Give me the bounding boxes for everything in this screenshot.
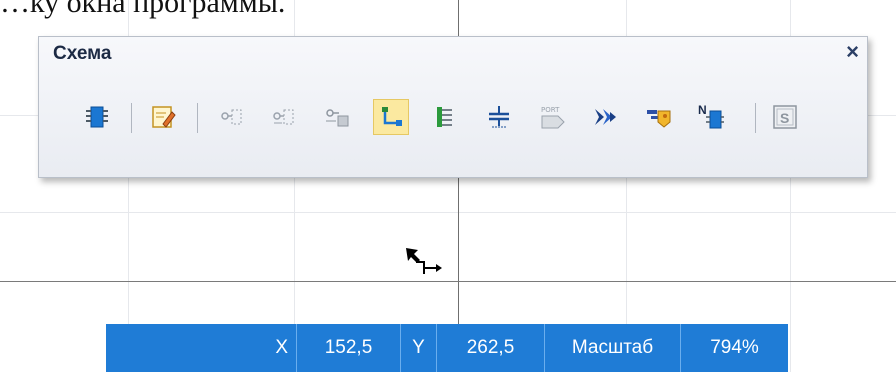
y-label: Y: [400, 324, 436, 372]
s-box-button[interactable]: S: [767, 99, 803, 135]
grid-line: [0, 212, 896, 213]
port-icon: PORT: [541, 106, 565, 129]
pin-group-button[interactable]: [319, 99, 355, 135]
s-box-icon: S: [773, 105, 797, 129]
bus-button[interactable]: [427, 99, 463, 135]
schema-toolbar-panel: Схема × PORT N S: [38, 36, 868, 178]
arrows-icon: [595, 109, 616, 125]
chip-icon: [86, 106, 108, 128]
chip-button[interactable]: [79, 99, 115, 135]
edit-sheet-button[interactable]: [145, 99, 181, 135]
edit-sheet-icon: [152, 106, 176, 128]
pin-group-icon: [326, 109, 349, 127]
arrows-button[interactable]: [587, 99, 623, 135]
pin-dotted-button[interactable]: [213, 99, 249, 135]
transfer-button[interactable]: [641, 99, 677, 135]
x-label: X: [275, 337, 288, 358]
toolbar-separator: [131, 103, 132, 133]
bus-icon: [437, 107, 452, 127]
status-bar: X 152,5 Y 262,5 Масштаб 794%: [106, 324, 788, 372]
transfer-icon: [647, 110, 671, 128]
port-button[interactable]: PORT: [535, 99, 571, 135]
close-icon[interactable]: ×: [846, 39, 859, 65]
pin-dotted-icon: [221, 109, 242, 125]
panel-title: Схема: [53, 43, 112, 64]
port-icon-text: PORT: [541, 106, 560, 114]
net-label-button[interactable]: N: [693, 99, 729, 135]
wire-icon: [382, 107, 402, 126]
s-box-icon-text: S: [780, 110, 789, 126]
net-label-icon-text: N: [698, 103, 707, 117]
y-value: 262,5: [436, 324, 544, 372]
wire-button[interactable]: [373, 99, 409, 135]
horizontal-axis: [0, 281, 896, 282]
scale-label: Масштаб: [544, 324, 680, 372]
wire-cursor-icon: [406, 248, 442, 274]
net-label-icon: N: [698, 103, 724, 129]
ground-icon: [489, 106, 509, 128]
pin-dotted-2-button[interactable]: [265, 99, 301, 135]
toolbar-separator: [755, 103, 756, 133]
toolbar-separator: [197, 103, 198, 133]
x-value: 152,5: [296, 324, 400, 372]
ground-button[interactable]: [481, 99, 517, 135]
scale-value[interactable]: 794%: [680, 324, 788, 372]
pin-dotted-2-icon: [273, 109, 294, 125]
